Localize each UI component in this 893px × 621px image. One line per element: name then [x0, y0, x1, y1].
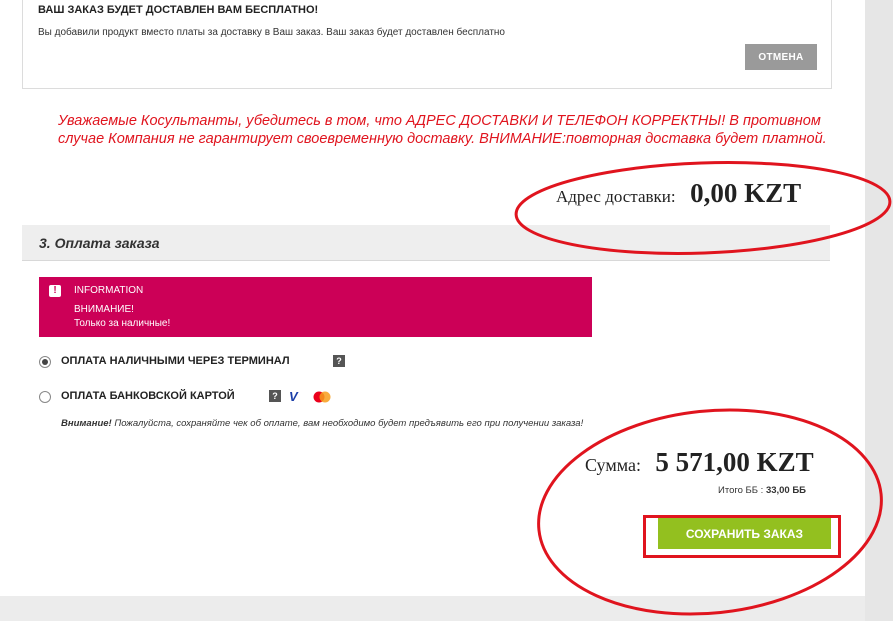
payment-option-cash-label[interactable]: ОПЛАТА НАЛИЧНЫМИ ЧЕРЕЗ ТЕРМИНАЛ	[61, 355, 290, 367]
question-mark-icon[interactable]: ?	[269, 390, 281, 402]
bonus-label: Итого ББ :	[718, 485, 766, 496]
payment-section-header: 3. Оплата заказа	[22, 225, 830, 261]
notice-title: ВАШ ЗАКАЗ БУДЕТ ДОСТАВЛЕН ВАМ БЕСПЛАТНО!	[38, 4, 319, 16]
payment-option-card-label[interactable]: ОПЛАТА БАНКОВСКОЙ КАРТОЙ	[61, 390, 235, 402]
total-label: Сумма:	[585, 455, 641, 475]
free-delivery-notice: ВАШ ЗАКАЗ БУДЕТ ДОСТАВЛЕН ВАМ БЕСПЛАТНО!…	[22, 0, 832, 89]
bonus-value: 33,00 ББ	[765, 485, 807, 496]
footer-strip	[0, 596, 865, 621]
payment-note-bold: Внимание!	[61, 418, 112, 429]
info-heading: INFORMATION	[74, 285, 144, 296]
save-order-button[interactable]: СОХРАНИТЬ ЗАКАЗ	[658, 518, 831, 549]
delivery-label: Адрес доставки:	[556, 187, 676, 206]
scrollbar[interactable]	[865, 0, 893, 621]
bonus-total: Итого ББ : 33,00 ББ	[718, 485, 806, 496]
delivery-warning: Уважаемые Косультанты, убедитесь в том, …	[58, 113, 827, 147]
info-line2: Только за наличные!	[74, 318, 171, 329]
payment-note: Внимание! Пожалуйста, сохраняйте чек об …	[61, 418, 583, 429]
section-title: 3. Оплата заказа	[39, 235, 160, 251]
radio-bank-card[interactable]	[39, 391, 51, 403]
order-total: Сумма: 5 571,00 KZT	[585, 447, 814, 478]
payment-note-text: Пожалуйста, сохраняйте чек об оплате, ва…	[111, 418, 584, 429]
visa-icon: V	[289, 389, 298, 404]
delivery-value: 0,00 KZT	[690, 178, 802, 208]
delivery-cost: Адрес доставки: 0,00 KZT	[556, 178, 801, 209]
question-mark-icon[interactable]: ?	[333, 355, 345, 367]
info-message: ! INFORMATION ВНИМАНИЕ! Только за наличн…	[39, 277, 592, 337]
info-line1: ВНИМАНИЕ!	[74, 304, 134, 315]
cancel-button[interactable]: ОТМЕНА	[745, 44, 817, 70]
exclamation-icon: !	[49, 285, 61, 297]
total-value: 5 571,00 KZT	[655, 447, 814, 477]
notice-text: Вы добавили продукт вместо платы за дост…	[38, 27, 505, 38]
radio-cash-terminal[interactable]	[39, 356, 51, 368]
mastercard-icon	[313, 391, 331, 403]
